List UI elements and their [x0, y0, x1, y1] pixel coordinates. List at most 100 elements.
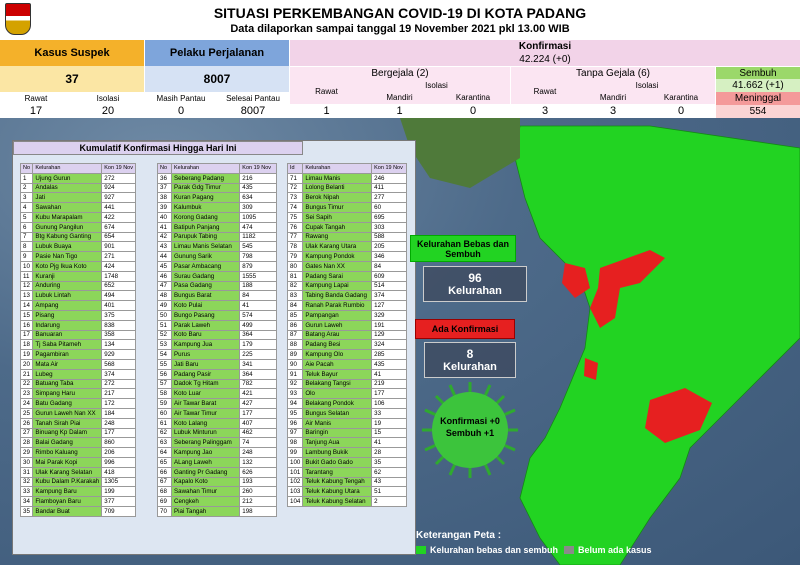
- northern-land: [400, 118, 520, 188]
- kelurahan-name: Gunung Sarik: [170, 251, 241, 262]
- kelurahan-name: Batang Arau: [302, 329, 373, 341]
- table-row: 85 Pampangan 329: [286, 309, 407, 321]
- kelurahan-name: Batuang Taba: [32, 378, 103, 390]
- konfirmasi-map-label: Ada Konfirmasi: [415, 319, 515, 339]
- table-row: 34 Flamboyan Baru 377: [19, 496, 136, 507]
- table-row: 2 Andalas 924: [19, 182, 136, 194]
- kelurahan-name: Mata Air: [32, 358, 103, 370]
- row-number: 102: [286, 476, 304, 488]
- row-number: 85: [286, 309, 304, 321]
- bergejala-rawat-value: 1: [290, 104, 363, 118]
- kon-value: 106: [371, 398, 407, 409]
- row-number: 29: [19, 447, 34, 458]
- kon-value: 652: [101, 280, 136, 292]
- kon-value: 199: [101, 486, 136, 498]
- kon-value: 127: [371, 300, 407, 311]
- kelurahan-name: Gurun Laweh Nan XX: [32, 407, 103, 419]
- kelurahan-table-1: No Kelurahan Kon 19 Nov 1 Ujung Gurun 272 2 And…: [19, 163, 136, 517]
- kelurahan-name: Ranah Parak Rumbio: [302, 300, 373, 311]
- kon-value: 206: [101, 447, 136, 458]
- row-number: 24: [19, 398, 34, 409]
- table-row: 59 Air Tawar Barat 427: [157, 398, 277, 409]
- table-row: 18 Tj Saba Pitameh 134: [19, 339, 136, 351]
- suspek-rawat-value: 17: [0, 104, 72, 118]
- kelurahan-name: Tabing Banda Gadang: [302, 290, 373, 302]
- tanpa-gejala-mandiri-label: Mandiri: [579, 91, 647, 104]
- kelurahan-name: Balai Gadang: [32, 437, 103, 449]
- row-number: 44: [157, 251, 172, 262]
- table-row: 25 Gurun Laweh Nan XX 184: [19, 407, 136, 419]
- kon-value: 216: [239, 172, 277, 184]
- row-number: 78: [286, 241, 304, 253]
- konfirmasi-map-unit: Kelurahan: [443, 361, 497, 373]
- table-row: 33 Kampung Baru 199: [19, 486, 136, 498]
- header-kelurahan: Kelurahan: [170, 163, 241, 174]
- kon-value: 568: [101, 358, 136, 370]
- row-number: 63: [157, 437, 172, 449]
- kon-value: 35: [371, 456, 407, 468]
- tanpa-gejala-rawat-label: Rawat: [511, 79, 579, 104]
- row-number: 10: [19, 260, 34, 272]
- row-number: 94: [286, 398, 304, 409]
- kelurahan-name: Pasar Ambacang: [170, 260, 241, 272]
- tanpa-gejala-karantina-value: 0: [647, 104, 715, 118]
- row-number: 56: [157, 368, 172, 380]
- legend-grey-swatch: [564, 546, 575, 554]
- table-row: 99 Lambung Bukik 28: [286, 447, 407, 458]
- row-number: 97: [286, 427, 304, 439]
- suspek-label: Kasus Suspek: [0, 40, 144, 66]
- header-kelurahan: Kelurahan: [302, 163, 373, 174]
- row-number: 17: [19, 329, 34, 341]
- kon-value: 19: [371, 417, 407, 429]
- kon-value: 346: [371, 251, 407, 262]
- table-row: 38 Kuran Pagang 634: [157, 192, 277, 204]
- kon-value: 424: [101, 260, 136, 272]
- table-row: 50 Bungo Pasang 574: [157, 309, 277, 321]
- header-kelurahan: Kelurahan: [32, 163, 103, 174]
- kelurahan-name: Bandar Buat: [32, 505, 103, 517]
- row-number: 79: [286, 251, 304, 262]
- header-no: Id: [286, 163, 304, 174]
- table-row: 76 Cupak Tangah 303: [286, 221, 407, 233]
- tanpa-gejala-rawat-value: 3: [511, 104, 579, 118]
- kelurahan-name: Belakang Pondok: [302, 398, 373, 409]
- kelurahan-name: Kubu Marapalam: [32, 211, 103, 223]
- row-number: 74: [286, 202, 304, 213]
- map-area: Kumulatif Konfirmasi Hingga Hari Ini No K…: [0, 118, 800, 565]
- table-row: 63 Seberang Palinggam 74: [157, 437, 277, 449]
- kelurahan-name: Lubuk Lintah: [32, 290, 103, 302]
- kelurahan-name: Koto Pjg Ikua Koto: [32, 260, 103, 272]
- table-row: 84 Ranah Parak Rumbio 127: [286, 300, 407, 311]
- row-number: 59: [157, 398, 172, 409]
- kelurahan-name: Jati Baru: [170, 358, 241, 370]
- kon-value: 401: [101, 300, 136, 311]
- kelurahan-name: Parak Gdg Timur: [170, 182, 241, 194]
- row-number: 68: [157, 486, 172, 498]
- legend-green-swatch: [416, 546, 426, 554]
- row-number: 76: [286, 221, 304, 233]
- kelurahan-name: Kuranji: [32, 270, 103, 282]
- row-number: 32: [19, 476, 34, 488]
- row-number: 36: [157, 172, 172, 184]
- table-header-row: Id Kelurahan Kon 19 Nov: [286, 163, 407, 174]
- kon-value: 514: [371, 280, 407, 292]
- row-number: 47: [157, 280, 172, 292]
- kelurahan-name: Ulak Karang Selatan: [32, 466, 103, 478]
- table-row: 44 Gunung Sarik 798: [157, 251, 277, 262]
- kon-value: 422: [101, 211, 136, 223]
- row-number: 14: [19, 300, 34, 311]
- row-number: 83: [286, 290, 304, 302]
- kon-value: 246: [371, 172, 407, 184]
- kelurahan-name: Binuang Kp Dalam: [32, 427, 103, 439]
- kelurahan-name: Koto Baru: [170, 329, 241, 341]
- kelurahan-name: Teluk Kabung Utara: [302, 486, 373, 498]
- kon-value: 134: [101, 339, 136, 351]
- row-number: 20: [19, 358, 34, 370]
- kelurahan-name: Gunung Pangilun: [32, 221, 103, 233]
- table-row: 71 Limau Manis 246: [286, 172, 407, 184]
- kon-value: 358: [101, 329, 136, 341]
- kon-value: 329: [371, 309, 407, 321]
- row-number: 15: [19, 309, 34, 321]
- table-row: 3 Jati 927: [19, 192, 136, 204]
- konfirmasi-value: 42.224 (+0): [290, 52, 800, 66]
